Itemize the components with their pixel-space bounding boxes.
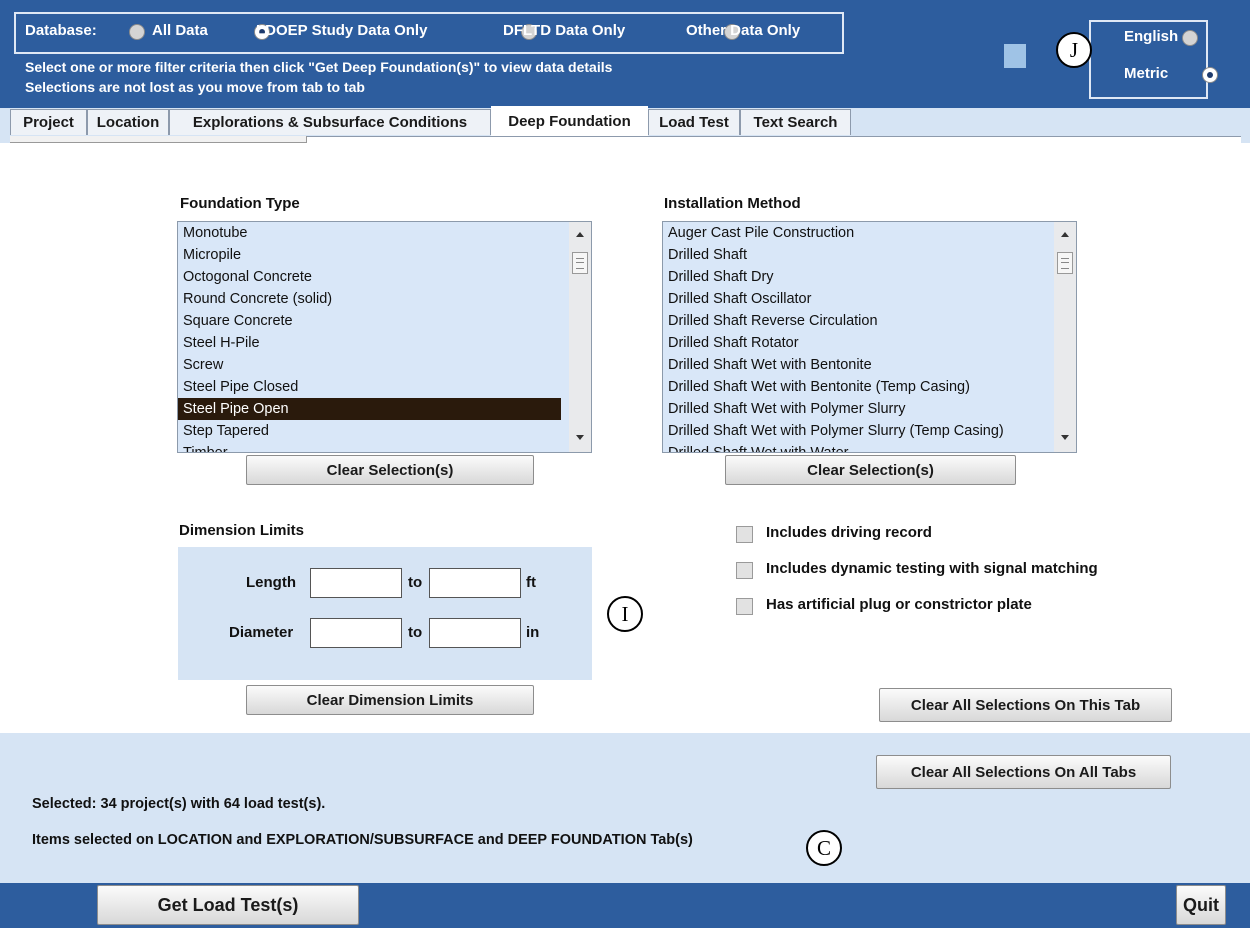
foundation-type-clear-button[interactable]: Clear Selection(s) [246, 455, 534, 485]
list-item[interactable]: Drilled Shaft Wet with Polymer Slurry [663, 398, 1046, 420]
list-item[interactable]: Square Concrete [178, 310, 561, 332]
db-other-label: Other Data Only [686, 22, 801, 39]
items-selected-text: Items selected on LOCATION and EXPLORATI… [32, 832, 693, 848]
tab-location[interactable]: Location [87, 109, 169, 135]
instruction-line-2: Selections are not lost as you move from… [25, 79, 365, 95]
installation-method-label: Installation Method [664, 195, 801, 212]
dynamic-testing-label: Includes dynamic testing with signal mat… [766, 560, 1098, 577]
diameter-to-input[interactable] [429, 618, 521, 648]
db-all-data-label: All Data [152, 22, 208, 39]
list-item[interactable]: Drilled Shaft Wet with Bentonite [663, 354, 1046, 376]
list-item[interactable]: Drilled Shaft Oscillator [663, 288, 1046, 310]
length-label: Length [246, 574, 296, 591]
tab-project[interactable]: Project [10, 109, 87, 135]
clear-all-tabs-button[interactable]: Clear All Selections On All Tabs [876, 755, 1171, 789]
foundation-type-scrollbar[interactable] [569, 222, 591, 452]
foundation-type-label: Foundation Type [180, 195, 300, 212]
tab-deep-foundation[interactable]: Deep Foundation [491, 106, 648, 136]
list-item[interactable]: Octogonal Concrete [178, 266, 561, 288]
panel-edge [10, 136, 307, 143]
database-label: Database: [25, 22, 97, 39]
artificial-plug-checkbox[interactable] [736, 598, 753, 615]
dynamic-testing-checkbox[interactable] [736, 562, 753, 579]
list-item[interactable]: Drilled Shaft [663, 244, 1046, 266]
list-item[interactable]: Round Concrete (solid) [178, 288, 561, 310]
db-all-data-radio[interactable] [129, 24, 145, 40]
list-item[interactable]: Drilled Shaft Wet with Polymer Slurry (T… [663, 420, 1046, 442]
driving-record-checkbox[interactable] [736, 526, 753, 543]
tab-explorations[interactable]: Explorations & Subsurface Conditions [169, 109, 491, 135]
unit-metric-label: Metric [1124, 65, 1169, 82]
color-indicator [1004, 44, 1026, 68]
callout-j: J [1056, 32, 1092, 68]
scroll-up-icon[interactable] [576, 232, 584, 237]
selection-count-text: Selected: 34 project(s) with 64 load tes… [32, 796, 326, 812]
dimension-limits-box [178, 547, 592, 680]
list-item[interactable]: Drilled Shaft Rotator [663, 332, 1046, 354]
list-item[interactable]: Drilled Shaft Wet with Water [663, 442, 1046, 452]
list-item[interactable]: Auger Cast Pile Construction [663, 222, 1046, 244]
diameter-unit-label: in [526, 624, 540, 641]
list-item[interactable]: Timber [178, 442, 561, 452]
db-dfltd-label: DFLTD Data Only [503, 22, 626, 39]
clear-tab-selections-button[interactable]: Clear All Selections On This Tab [879, 688, 1172, 722]
length-to-input[interactable] [429, 568, 521, 598]
callout-c: C [806, 830, 842, 866]
foundation-type-listbox[interactable]: Monotube Micropile Octogonal Concrete Ro… [177, 221, 592, 453]
length-from-input[interactable] [310, 568, 402, 598]
list-item[interactable]: Monotube [178, 222, 561, 244]
installation-method-clear-button[interactable]: Clear Selection(s) [725, 455, 1016, 485]
get-load-tests-button[interactable]: Get Load Test(s) [97, 885, 359, 925]
installation-method-scrollbar[interactable] [1054, 222, 1076, 452]
list-item[interactable]: Screw [178, 354, 561, 376]
list-item[interactable]: Steel H-Pile [178, 332, 561, 354]
quit-button[interactable]: Quit [1176, 885, 1226, 925]
installation-method-listbox[interactable]: Auger Cast Pile Construction Drilled Sha… [662, 221, 1077, 453]
callout-i: I [607, 596, 643, 632]
db-ldoep-label: LDOEP Study Data Only [256, 22, 428, 39]
list-item-selected[interactable]: Steel Pipe Open [178, 398, 561, 420]
diameter-label: Diameter [229, 624, 294, 641]
list-item[interactable]: Step Tapered [178, 420, 561, 442]
tab-load-test[interactable]: Load Test [648, 109, 740, 135]
clear-dimension-limits-button[interactable]: Clear Dimension Limits [246, 685, 534, 715]
scroll-up-icon[interactable] [1061, 232, 1069, 237]
unit-english-radio[interactable] [1181, 30, 1198, 46]
list-item[interactable]: Drilled Shaft Wet with Bentonite (Temp C… [663, 376, 1046, 398]
length-unit-label: ft [526, 574, 536, 591]
tab-text-search[interactable]: Text Search [740, 109, 851, 135]
dimension-limits-label: Dimension Limits [179, 522, 305, 539]
artificial-plug-label: Has artificial plug or constrictor plate [766, 596, 1032, 613]
scroll-down-icon[interactable] [576, 435, 584, 440]
list-item[interactable]: Drilled Shaft Dry [663, 266, 1046, 288]
driving-record-label: Includes driving record [766, 524, 932, 541]
unit-english-label: English [1124, 28, 1179, 45]
scroll-thumb[interactable] [572, 252, 588, 274]
scroll-down-icon[interactable] [1061, 435, 1069, 440]
list-item[interactable]: Steel Pipe Closed [178, 376, 561, 398]
diameter-to-label: to [408, 624, 423, 641]
instruction-line-1: Select one or more filter criteria then … [25, 59, 613, 75]
list-item[interactable]: Micropile [178, 244, 561, 266]
diameter-from-input[interactable] [310, 618, 402, 648]
list-item[interactable]: Drilled Shaft Reverse Circulation [663, 310, 1046, 332]
scroll-thumb[interactable] [1057, 252, 1073, 274]
length-to-label: to [408, 574, 423, 591]
